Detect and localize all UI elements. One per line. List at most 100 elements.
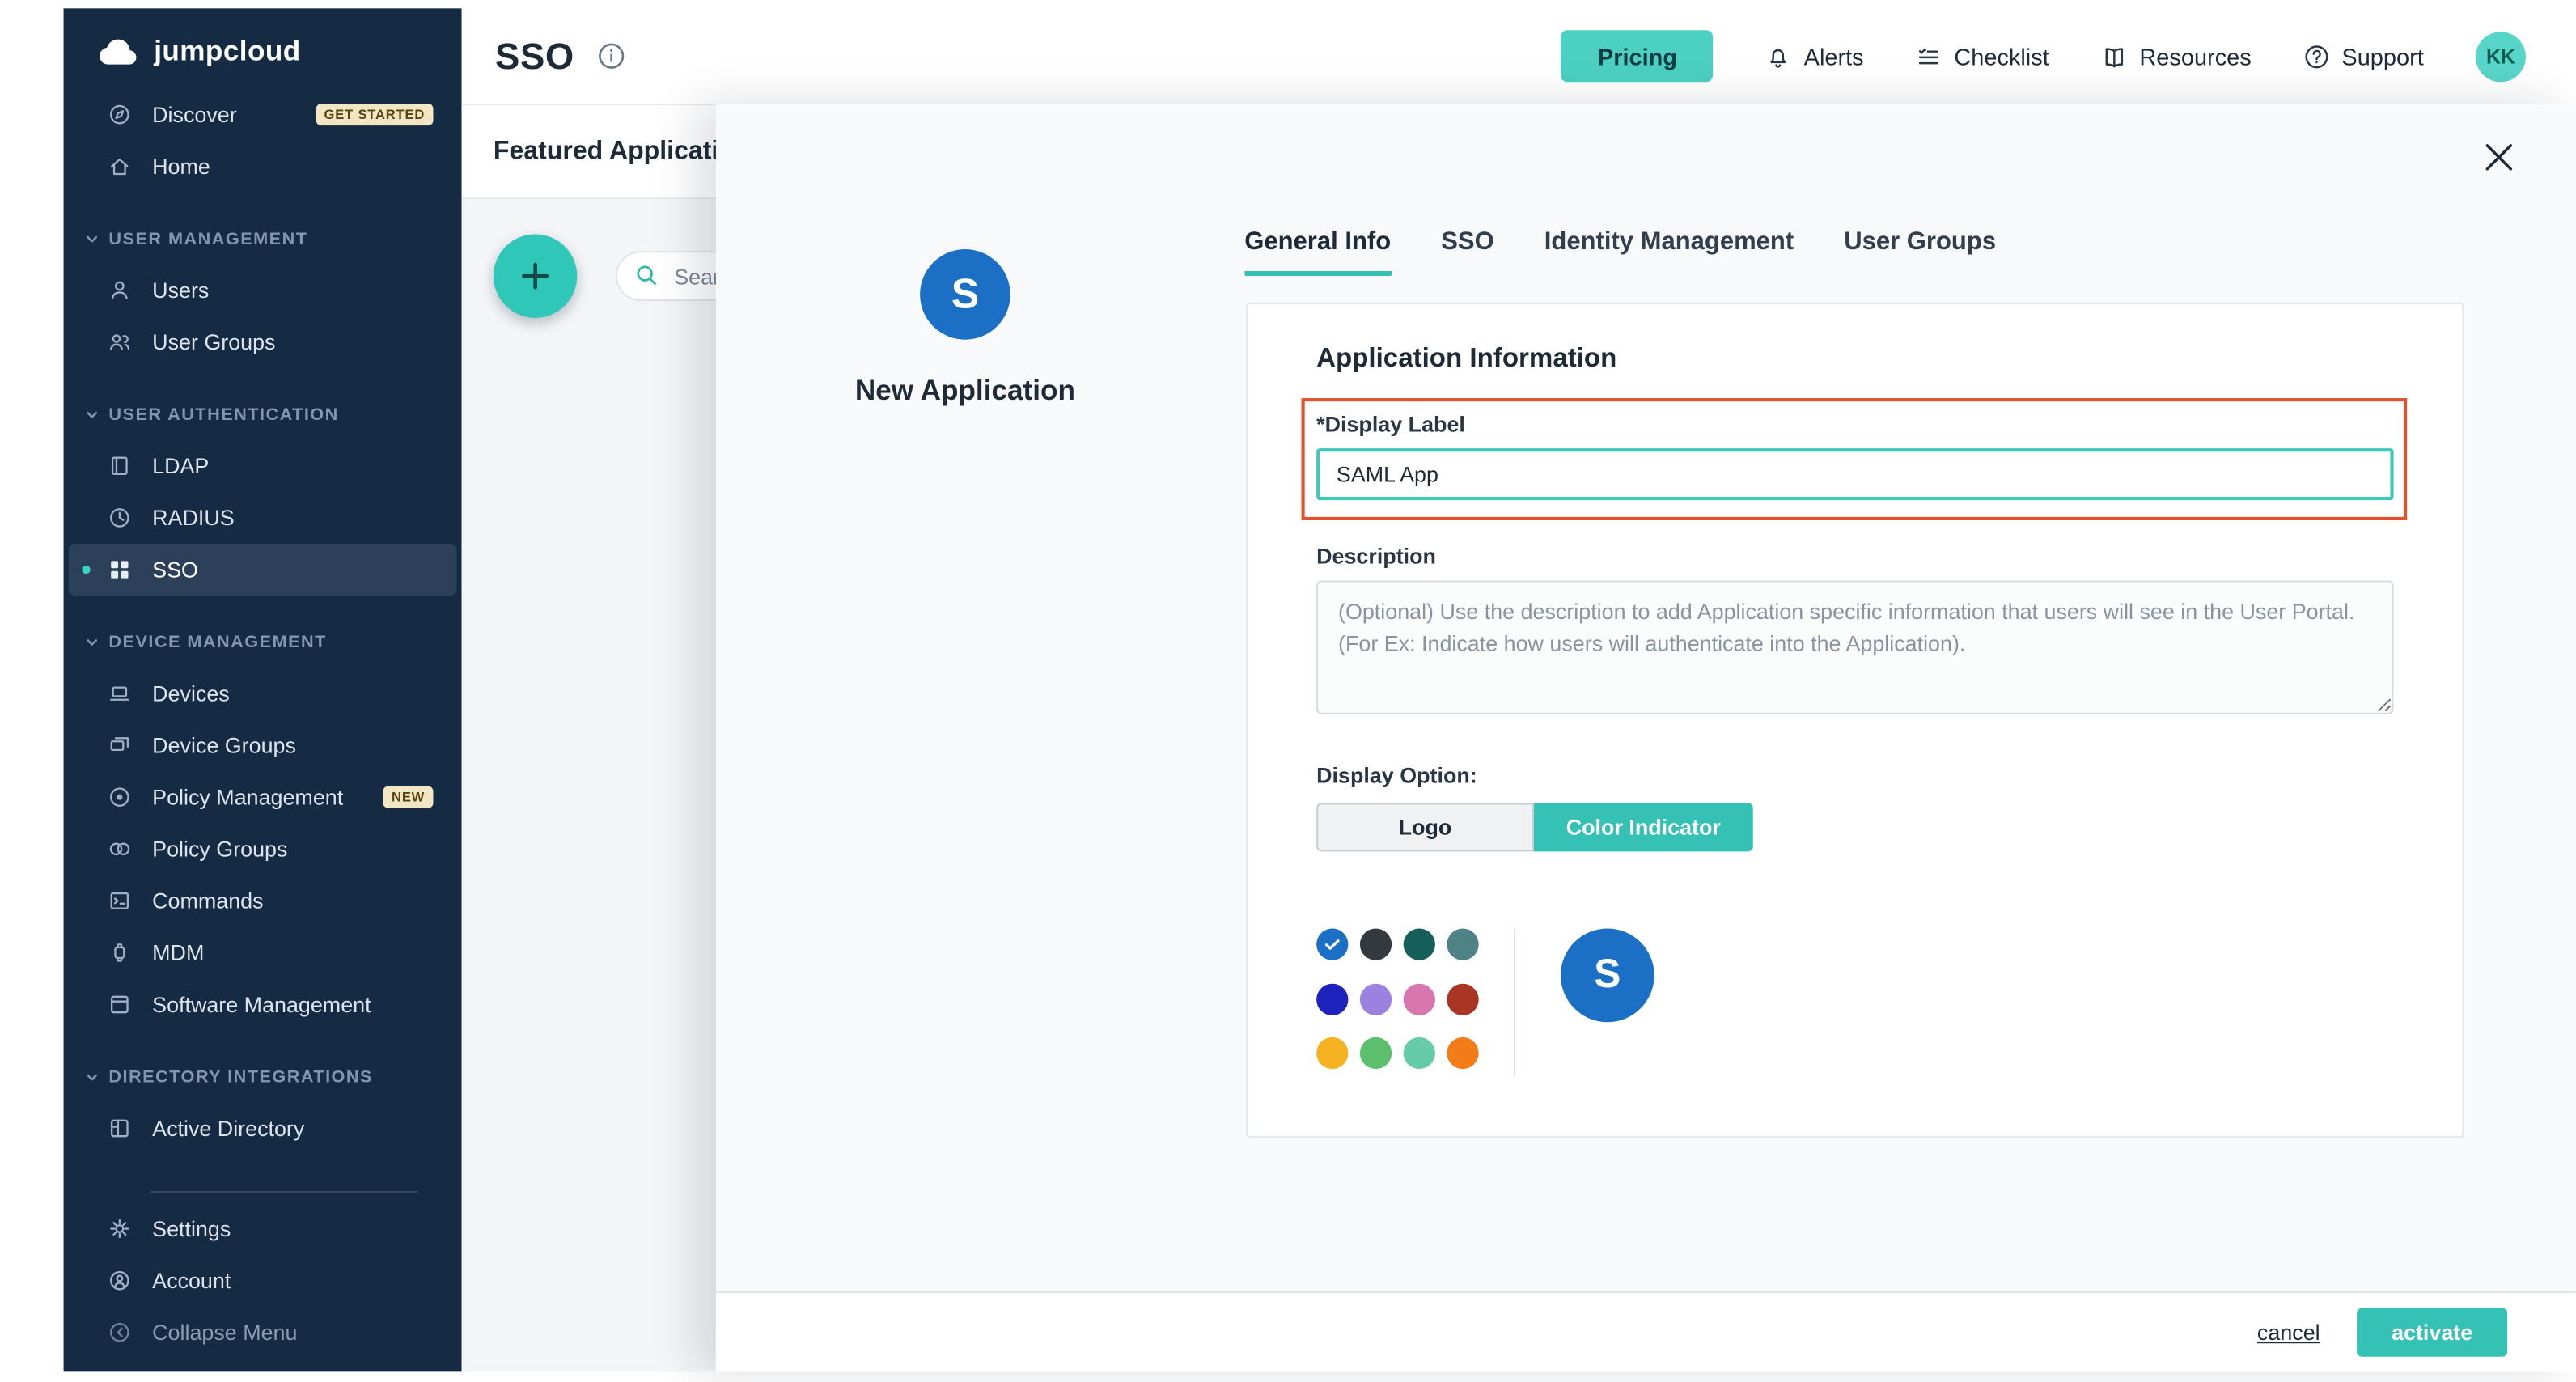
- get-started-badge: GET STARTED: [316, 104, 433, 125]
- sidebar-item-radius[interactable]: RADIUS: [69, 492, 457, 544]
- sidebar-item-home[interactable]: Home: [69, 141, 457, 193]
- section-device-management[interactable]: DEVICE MANAGEMENT: [64, 616, 462, 668]
- sidebar-divider: [150, 1191, 418, 1193]
- sidebar-item-sso[interactable]: SSO: [69, 544, 457, 596]
- info-icon[interactable]: [598, 42, 626, 70]
- radius-icon: [107, 505, 132, 530]
- topbar: SSO Pricing Alerts Checklist Resources S…: [462, 8, 2576, 105]
- sidebar-item-active-directory[interactable]: Active Directory: [69, 1102, 457, 1154]
- sidebar-item-account[interactable]: Account: [69, 1255, 457, 1307]
- sidebar-item-policy-management[interactable]: Policy Management NEW: [69, 771, 457, 823]
- resources-button[interactable]: Resources: [2101, 43, 2252, 70]
- display-label-label: *Display Label: [1316, 412, 2393, 437]
- home-icon: [107, 154, 132, 179]
- section-title: USER MANAGEMENT: [108, 228, 307, 248]
- sidebar-item-label: Account: [152, 1268, 231, 1293]
- section-title: USER AUTHENTICATION: [108, 404, 338, 424]
- mdm-icon: [107, 940, 132, 965]
- sidebar-item-user-groups[interactable]: User Groups: [69, 316, 457, 368]
- color-picker-row: S: [1316, 928, 2393, 1075]
- sidebar-item-ldap[interactable]: LDAP: [69, 440, 457, 492]
- user-icon: [107, 278, 132, 303]
- alerts-label: Alerts: [1804, 43, 1864, 70]
- description-textarea[interactable]: [1316, 580, 2393, 714]
- sidebar-item-device-groups[interactable]: Device Groups: [69, 719, 457, 771]
- close-button[interactable]: [2481, 139, 2517, 176]
- jumpcloud-cloud-icon: [97, 36, 141, 66]
- color-swatch[interactable]: [1447, 1038, 1478, 1070]
- chevron-down-icon: [83, 1068, 100, 1085]
- panel-body: S New Application General Info SSO Ident…: [716, 104, 2576, 1291]
- sidebar-item-settings[interactable]: Settings: [69, 1203, 457, 1255]
- policy-groups-icon: [107, 837, 132, 862]
- color-swatch[interactable]: [1404, 1038, 1435, 1070]
- policy-management-icon: [107, 785, 132, 810]
- user-avatar[interactable]: KK: [2476, 31, 2526, 81]
- activate-button[interactable]: activate: [2357, 1308, 2507, 1357]
- color-swatch[interactable]: [1360, 1038, 1392, 1070]
- sidebar-item-label: Policy Groups: [152, 837, 287, 862]
- sidebar-item-mdm[interactable]: MDM: [69, 926, 457, 978]
- color-indicator-option-button[interactable]: Color Indicator: [1534, 803, 1753, 851]
- support-label: Support: [2341, 43, 2423, 70]
- sidebar-item-policy-groups[interactable]: Policy Groups: [69, 823, 457, 875]
- sidebar-footer: Settings Account Collapse Menu: [64, 1191, 462, 1359]
- sidebar-item-discover[interactable]: Discover GET STARTED: [69, 89, 457, 141]
- section-directory-integrations[interactable]: DIRECTORY INTEGRATIONS: [64, 1050, 462, 1102]
- logo-option-button[interactable]: Logo: [1316, 803, 1534, 851]
- sidebar: jumpcloud Discover GET STARTED Home USER…: [64, 8, 462, 1371]
- app-initial-badge: S: [920, 249, 1010, 340]
- alerts-button[interactable]: Alerts: [1765, 43, 1864, 70]
- sidebar-item-collapse-menu[interactable]: Collapse Menu: [69, 1307, 457, 1359]
- sidebar-item-label: Discover: [152, 102, 237, 127]
- sidebar-item-label: Device Groups: [152, 733, 296, 758]
- support-button[interactable]: Support: [2303, 43, 2424, 70]
- color-swatch[interactable]: [1316, 1038, 1348, 1070]
- sidebar-nav: Discover GET STARTED Home USER MANAGEMEN…: [64, 89, 462, 1155]
- plus-icon: [517, 257, 553, 294]
- color-swatch[interactable]: [1316, 983, 1348, 1015]
- add-application-button[interactable]: [494, 234, 577, 317]
- sidebar-item-users[interactable]: Users: [69, 265, 457, 316]
- settings-gear-icon: [107, 1216, 132, 1241]
- section-user-management[interactable]: USER MANAGEMENT: [64, 213, 462, 265]
- compass-icon: [107, 102, 132, 127]
- sidebar-item-label: Settings: [152, 1216, 231, 1241]
- jumpcloud-logo[interactable]: jumpcloud: [64, 8, 462, 88]
- topbar-actions: Pricing Alerts Checklist Resources Suppo…: [1561, 30, 2526, 82]
- section-title: DEVICE MANAGEMENT: [108, 631, 326, 651]
- cancel-button[interactable]: cancel: [2257, 1320, 2320, 1345]
- pricing-button[interactable]: Pricing: [1561, 30, 1714, 82]
- tab-general-info[interactable]: General Info: [1244, 227, 1391, 276]
- tab-user-groups[interactable]: User Groups: [1844, 227, 1996, 276]
- color-swatch-grid: [1316, 928, 1479, 1075]
- sidebar-item-devices[interactable]: Devices: [69, 668, 457, 719]
- collapse-menu-icon: [107, 1320, 132, 1345]
- display-label-input[interactable]: [1316, 448, 2393, 500]
- app-name: New Application: [782, 375, 1150, 408]
- color-swatch-selected[interactable]: [1316, 928, 1348, 960]
- close-icon: [2481, 139, 2517, 176]
- bell-icon: [1765, 43, 1792, 70]
- display-option-toggle: Logo Color Indicator: [1316, 803, 2393, 851]
- checklist-button[interactable]: Checklist: [1916, 43, 2049, 70]
- color-swatch[interactable]: [1447, 928, 1478, 960]
- ldap-icon: [107, 453, 132, 478]
- color-swatch[interactable]: [1360, 983, 1392, 1015]
- sidebar-item-software-management[interactable]: Software Management: [69, 978, 457, 1030]
- sidebar-item-label: Policy Management: [152, 785, 343, 810]
- sidebar-item-label: Collapse Menu: [152, 1320, 297, 1345]
- tab-sso[interactable]: SSO: [1441, 227, 1494, 276]
- sidebar-item-commands[interactable]: Commands: [69, 875, 457, 926]
- new-badge: NEW: [383, 786, 434, 808]
- sidebar-item-label: RADIUS: [152, 505, 235, 530]
- color-swatch[interactable]: [1447, 983, 1478, 1015]
- color-swatch[interactable]: [1404, 983, 1435, 1015]
- commands-icon: [107, 888, 132, 914]
- section-user-authentication[interactable]: USER AUTHENTICATION: [64, 388, 462, 440]
- sidebar-item-label: Active Directory: [152, 1116, 304, 1141]
- color-swatch[interactable]: [1360, 928, 1392, 960]
- color-swatch[interactable]: [1404, 928, 1435, 960]
- tab-identity-management[interactable]: Identity Management: [1544, 227, 1794, 276]
- panel-footer: cancel activate: [716, 1291, 2576, 1371]
